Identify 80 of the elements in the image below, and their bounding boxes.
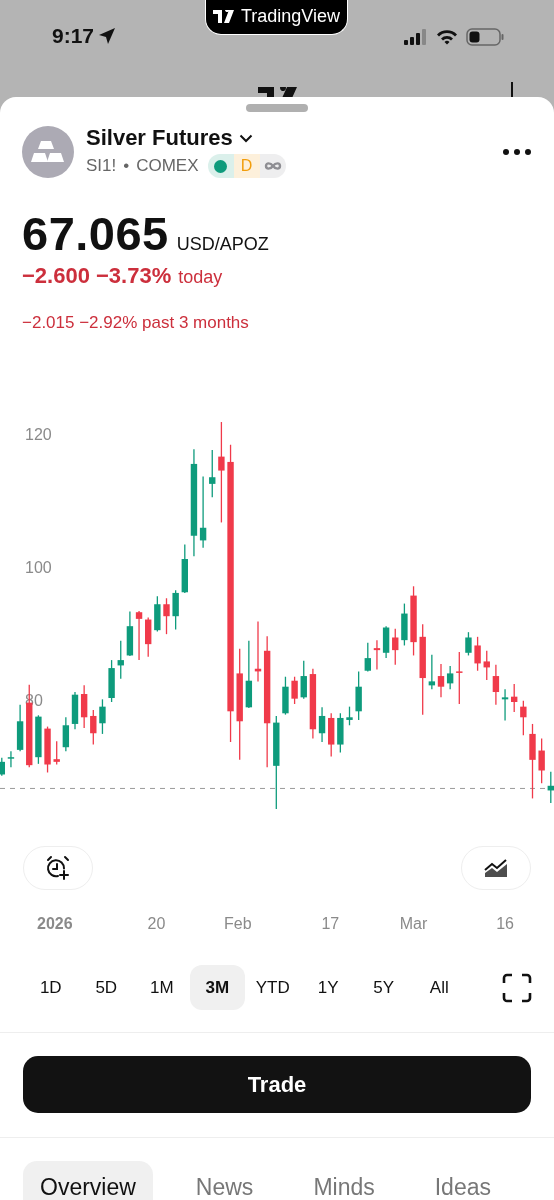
price-value: 67.065 xyxy=(22,207,169,261)
currency-unit: USD/APOZ xyxy=(176,234,269,255)
candle xyxy=(209,449,216,498)
symbol-name: Silver Futures xyxy=(86,125,233,151)
candle xyxy=(355,670,362,721)
candle xyxy=(181,543,188,594)
app-name: TradingView xyxy=(240,5,341,27)
chevron-down-icon[interactable] xyxy=(238,133,253,143)
date-label: 16 xyxy=(496,915,514,933)
fullscreen-icon[interactable] xyxy=(502,972,532,1003)
candle xyxy=(154,595,161,633)
candle xyxy=(44,725,51,774)
range-tab[interactable]: 5D xyxy=(78,965,134,1010)
candle xyxy=(282,676,289,716)
candle xyxy=(108,659,115,703)
trade-button[interactable]: Trade xyxy=(23,1056,531,1113)
candle xyxy=(410,585,417,657)
candle xyxy=(474,636,481,672)
candle xyxy=(520,700,527,736)
candle xyxy=(401,602,408,647)
candle xyxy=(300,660,307,700)
period-label: today xyxy=(178,267,223,288)
candle xyxy=(172,589,179,631)
range-tab[interactable]: 1D xyxy=(23,965,79,1010)
more-icon xyxy=(502,147,532,156)
range-tab[interactable]: 1M xyxy=(134,965,190,1010)
location-arrow-icon xyxy=(98,27,117,45)
range-tab[interactable]: 5Y xyxy=(356,965,412,1010)
candle xyxy=(538,737,545,784)
range-tab[interactable]: YTD xyxy=(245,965,301,1010)
area-chart-icon xyxy=(484,858,508,878)
candle xyxy=(53,740,60,766)
clock-time: 9:17 xyxy=(52,24,95,48)
candle xyxy=(163,597,170,635)
date-label: 2026 xyxy=(37,915,73,933)
candle xyxy=(117,640,124,680)
separator-dot: • xyxy=(123,156,130,176)
candle xyxy=(99,698,106,735)
indicators-button[interactable] xyxy=(461,846,531,890)
drag-handle[interactable] xyxy=(246,104,308,112)
date-label: 17 xyxy=(321,915,340,933)
axis-label: 120 xyxy=(25,426,52,443)
ticker: SI1! xyxy=(86,156,117,176)
period-change: −2.015 −2.92% past 3 months xyxy=(22,313,250,333)
candle xyxy=(291,676,298,705)
range-tab[interactable]: 1Y xyxy=(300,965,356,1010)
date-label: Mar xyxy=(399,915,428,933)
candle xyxy=(90,709,97,746)
signal-icon xyxy=(404,29,428,45)
axis-label: 100 xyxy=(25,559,52,576)
section-tab[interactable]: Minds xyxy=(296,1161,392,1200)
wifi-icon xyxy=(436,29,458,45)
date-label: Feb xyxy=(224,915,252,933)
candle xyxy=(364,642,371,673)
section-tab[interactable]: Overview xyxy=(23,1161,153,1200)
candle xyxy=(328,712,335,758)
ingot-stack-icon xyxy=(31,138,65,165)
candle xyxy=(547,771,554,804)
add-alert-button[interactable] xyxy=(23,846,93,890)
section-tab[interactable]: News xyxy=(178,1161,271,1200)
candle xyxy=(456,651,463,705)
candle xyxy=(392,628,399,666)
candle xyxy=(511,683,518,713)
logo-icon xyxy=(212,9,235,23)
candle xyxy=(483,650,490,681)
range-tab[interactable]: All xyxy=(411,965,467,1010)
battery-icon xyxy=(466,28,504,46)
candle xyxy=(465,631,472,657)
date-label: 20 xyxy=(147,915,166,933)
range-tab[interactable]: 3M xyxy=(189,965,245,1010)
candle xyxy=(145,616,152,658)
candle xyxy=(35,714,42,765)
candle xyxy=(0,757,5,777)
exchange-name: COMEX xyxy=(136,156,199,176)
daily-change: −2.600 −3.73% xyxy=(22,263,172,289)
alarm-plus-icon xyxy=(45,855,71,881)
section-tab[interactable]: Ideas xyxy=(417,1161,508,1200)
candle xyxy=(337,712,344,754)
candle xyxy=(346,706,353,726)
delay-label: D xyxy=(240,157,253,175)
